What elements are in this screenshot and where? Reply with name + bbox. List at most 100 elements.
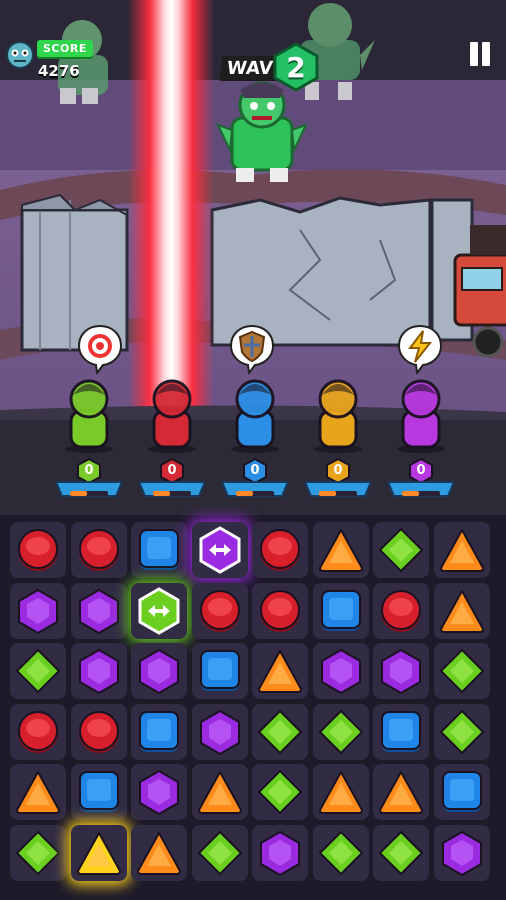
gem-cell-r5-c1[interactable] xyxy=(70,824,127,881)
gem-cell-r0-c4[interactable] xyxy=(252,522,308,578)
gem-cell-r3-c2[interactable] xyxy=(131,703,187,760)
gem-cell-r0-c5[interactable] xyxy=(312,522,369,578)
gem-cell-r3-c1[interactable] xyxy=(70,703,127,760)
score-value: 4276 xyxy=(38,62,80,80)
gem-cell-r0-c0[interactable] xyxy=(10,522,66,578)
gem-cell-r4-c5[interactable] xyxy=(312,764,369,820)
green-hero-charge-fill xyxy=(70,491,88,496)
purple-hero-figure xyxy=(397,379,445,453)
purple-gem-icon xyxy=(139,769,179,816)
gem-cell-r1-c6[interactable] xyxy=(373,582,429,639)
purple-gem-icon xyxy=(441,830,482,876)
gem-cell-r1-c1[interactable] xyxy=(70,582,127,639)
purple-gem-icon xyxy=(139,648,179,695)
gem-cell-r3-c6[interactable] xyxy=(373,703,429,760)
green-gem-icon xyxy=(197,830,242,875)
gem-cell-r0-c2[interactable] xyxy=(131,522,187,578)
pause-button[interactable] xyxy=(468,42,492,68)
gem-cell-r4-c2[interactable] xyxy=(131,764,187,820)
gem-cell-r5-c2[interactable] xyxy=(131,824,187,881)
gem-cell-r5-c5[interactable] xyxy=(312,824,369,881)
score-panel: SCORE 4276 xyxy=(4,36,104,91)
purple-swap-power-gem-icon xyxy=(199,526,240,574)
green-gem-icon xyxy=(15,830,61,875)
lightning-icon xyxy=(397,324,443,376)
orange-gem-icon xyxy=(137,831,181,875)
blue-gem-icon xyxy=(199,650,240,691)
purple-gem-icon xyxy=(18,588,58,634)
green-hero-count-value: 0 xyxy=(84,463,94,478)
blue-gem-icon xyxy=(320,589,361,631)
shield-bubble xyxy=(229,324,275,376)
orange-gem-icon xyxy=(439,589,484,633)
wave-indicator: WAVE 2 xyxy=(219,42,321,94)
gem-cell-r5-c3[interactable] xyxy=(191,824,248,881)
gem-cell-r2-c3[interactable] xyxy=(191,643,248,699)
orange-gem-icon xyxy=(318,771,363,814)
red-gem-icon xyxy=(18,710,58,753)
blue-hero-charge-bar xyxy=(236,491,274,496)
game-screen: SCORE 4276 WAVE 2 0 0 0 0 0 xyxy=(0,0,506,900)
red-hero-count-value: 0 xyxy=(167,463,177,478)
orange-gem-icon xyxy=(197,771,242,814)
purple-hero-charge-fill xyxy=(402,491,420,496)
gem-cell-r4-c1[interactable] xyxy=(70,764,127,820)
gem-cell-r4-c3[interactable] xyxy=(191,764,248,820)
gem-cell-r4-c4[interactable] xyxy=(252,764,308,820)
green-hero[interactable] xyxy=(59,373,119,453)
green-hero-base xyxy=(56,480,122,498)
green-hero-charge-bar xyxy=(70,491,108,496)
gem-cell-r4-c6[interactable] xyxy=(373,764,429,820)
gem-cell-r3-c5[interactable] xyxy=(312,703,369,760)
pause-icon-bar-left xyxy=(470,42,478,66)
gem-cell-r2-c5[interactable] xyxy=(312,643,369,699)
gem-cell-r4-c0[interactable] xyxy=(10,764,66,820)
gem-cell-r1-c4[interactable] xyxy=(252,582,308,639)
gem-cell-r0-c1[interactable] xyxy=(70,522,127,578)
gem-cell-r4-c7[interactable] xyxy=(433,764,490,820)
gem-cell-r5-c0[interactable] xyxy=(10,824,66,881)
gem-cell-r3-c4[interactable] xyxy=(252,703,308,760)
gem-cell-r2-c6[interactable] xyxy=(373,643,429,699)
gem-cell-r1-c5[interactable] xyxy=(312,582,369,639)
green-gem-icon xyxy=(257,769,303,815)
gem-cell-r1-c0[interactable] xyxy=(10,582,66,639)
gem-cell-r1-c7[interactable] xyxy=(433,582,490,639)
gem-cell-r5-c6[interactable] xyxy=(373,824,429,881)
gem-cell-r2-c0[interactable] xyxy=(10,643,66,699)
purple-gem-icon xyxy=(78,588,119,634)
purple-gem-icon xyxy=(78,648,119,695)
gem-cell-r1-c2[interactable] xyxy=(131,582,187,639)
green-gem-icon xyxy=(318,709,363,754)
wave-number: 2 xyxy=(286,51,306,84)
purple-hero[interactable] xyxy=(391,373,451,453)
gem-cell-r3-c3[interactable] xyxy=(191,703,248,760)
purple-gem-icon xyxy=(320,648,361,695)
green-gem-icon xyxy=(439,709,484,754)
lightning-bubble xyxy=(397,324,443,376)
gem-cell-r0-c6[interactable] xyxy=(373,522,429,578)
gem-cell-r1-c3[interactable] xyxy=(191,582,248,639)
score-label: SCORE xyxy=(37,40,93,57)
blue-gem-icon xyxy=(78,771,119,812)
red-gem-icon xyxy=(78,529,119,571)
red-hero[interactable] xyxy=(142,373,202,453)
gem-cell-r5-c4[interactable] xyxy=(252,824,308,881)
green-gem-icon xyxy=(378,830,424,875)
gem-cell-r2-c1[interactable] xyxy=(70,643,127,699)
gem-cell-r2-c7[interactable] xyxy=(433,643,490,699)
gem-cell-r2-c4[interactable] xyxy=(252,643,308,699)
purple-gem-icon xyxy=(381,648,421,695)
blue-hero[interactable] xyxy=(225,373,285,453)
gem-cell-r0-c7[interactable] xyxy=(433,522,490,578)
gem-cell-r2-c2[interactable] xyxy=(131,643,187,699)
blue-hero-figure xyxy=(231,379,279,453)
gem-cell-r0-c3[interactable] xyxy=(191,522,248,578)
gem-cell-r5-c7[interactable] xyxy=(433,824,490,881)
red-gem-icon xyxy=(260,529,300,571)
green-gem-icon xyxy=(257,709,303,754)
gem-cell-r3-c0[interactable] xyxy=(10,703,66,760)
yellow-hero[interactable] xyxy=(308,373,368,453)
green-gem-icon xyxy=(318,830,363,875)
gem-cell-r3-c7[interactable] xyxy=(433,703,490,760)
